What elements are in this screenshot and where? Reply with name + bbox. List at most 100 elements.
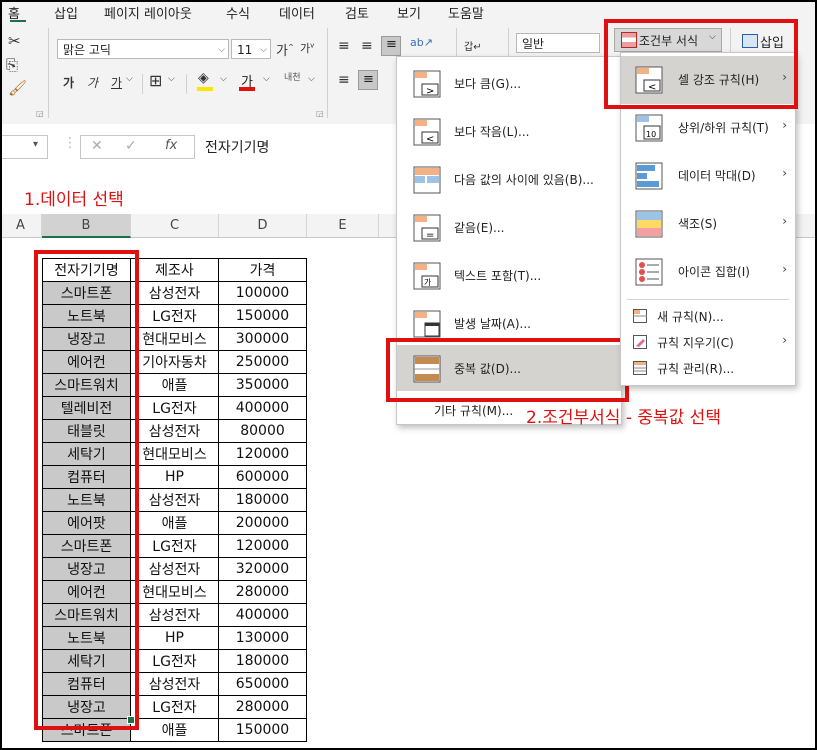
cell-maker[interactable]: 삼성전자 <box>130 419 219 443</box>
cell-price[interactable]: 130000 <box>218 626 307 650</box>
align-bottom-button[interactable]: ≡ <box>381 36 401 56</box>
cell-price[interactable]: 250000 <box>218 350 307 374</box>
cell-price[interactable]: 150000 <box>218 304 307 328</box>
cell-device[interactable]: 스마트워치 <box>42 373 131 397</box>
cell-device[interactable]: 냉장고 <box>42 695 131 719</box>
copy-icon[interactable]: ⎘ <box>6 56 18 74</box>
cell-price[interactable]: 320000 <box>218 557 307 581</box>
cell-price[interactable]: 100000 <box>218 281 307 305</box>
tab-review[interactable]: 검토 <box>345 3 369 22</box>
header-cell[interactable]: 전자기기명 <box>42 258 131 282</box>
phonetic-button[interactable]: 내천 <box>284 70 301 83</box>
cell-maker[interactable]: 애플 <box>130 511 219 535</box>
fill-color-icon[interactable]: ◈ <box>198 70 209 86</box>
wrap-text-icon[interactable]: 갑↵ <box>464 38 482 53</box>
cell-device[interactable]: 스마트폰 <box>42 534 131 558</box>
cell-price[interactable]: 120000 <box>218 534 307 558</box>
cell-device[interactable]: 냉장고 <box>42 327 131 351</box>
cell-price[interactable]: 200000 <box>218 511 307 535</box>
shrink-font-button[interactable]: 가v <box>300 40 314 56</box>
cell-price[interactable]: 80000 <box>218 419 307 443</box>
tab-data[interactable]: 데이터 <box>279 3 315 22</box>
chevron-down-icon[interactable]: ⌵ <box>308 74 315 84</box>
cell-device[interactable]: 노트북 <box>42 626 131 650</box>
tab-view[interactable]: 보기 <box>397 3 421 22</box>
align-middle-icon[interactable]: ≡ <box>361 38 373 54</box>
cell-maker[interactable]: LG전자 <box>130 396 219 420</box>
cell-price[interactable]: 400000 <box>218 396 307 420</box>
cell-maker[interactable]: 삼성전자 <box>130 488 219 512</box>
cell-maker[interactable]: 애플 <box>130 373 219 397</box>
cell-maker[interactable]: 애플 <box>130 718 219 742</box>
cf-item-top-bottom[interactable]: 10 상위/하위 규칙(T) › <box>621 104 795 152</box>
menu-item-equal[interactable]: = 같음(E)... <box>397 204 621 252</box>
chevron-down-icon[interactable]: ⌵ <box>168 74 175 84</box>
cell-maker[interactable]: LG전자 <box>130 534 219 558</box>
orientation-icon[interactable]: ab↗ <box>410 36 433 49</box>
cell-maker[interactable]: 현대모비스 <box>130 327 219 351</box>
cell-price[interactable]: 600000 <box>218 465 307 489</box>
menu-item-date-occurring[interactable]: 발생 날짜(A)... <box>397 300 621 348</box>
cell-price[interactable]: 300000 <box>218 327 307 351</box>
cell-maker[interactable]: 삼성전자 <box>130 603 219 627</box>
cell-maker[interactable]: LG전자 <box>130 695 219 719</box>
format-painter-icon[interactable]: 🖌 <box>8 79 27 97</box>
menu-item-between[interactable]: 다음 값의 사이에 있음(B)... <box>397 156 621 204</box>
cell-maker[interactable]: 삼성전자 <box>130 281 219 305</box>
cell-device[interactable]: 텔레비전 <box>42 396 131 420</box>
menu-item-duplicate-values[interactable]: 중복 값(D)... <box>397 345 621 391</box>
tab-page-layout[interactable]: 페이지 레이아웃 <box>104 3 192 22</box>
cell-maker[interactable]: 삼성전자 <box>130 672 219 696</box>
cf-item-color-scales[interactable]: 색조(S) › <box>621 200 795 248</box>
cf-item-data-bars[interactable]: 데이터 막대(D) › <box>621 152 795 200</box>
cf-item-manage-rules[interactable]: 규칙 관리(R)... <box>621 355 795 381</box>
menu-item-greater-than[interactable]: > 보다 큼(G)... <box>397 60 621 108</box>
column-header-d[interactable]: D <box>219 214 307 238</box>
cell-maker[interactable]: HP <box>130 465 219 489</box>
number-format-combo[interactable]: 일반 <box>516 33 600 53</box>
cell-price[interactable]: 150000 <box>218 718 307 742</box>
cf-item-highlight-cells[interactable]: < 셀 강조 규칙(H) › <box>621 56 795 104</box>
cell-device[interactable]: 에어팟 <box>42 511 131 535</box>
cell-maker[interactable]: LG전자 <box>130 649 219 673</box>
conditional-format-button[interactable]: 조건부 서식 ⌵ <box>614 28 722 52</box>
cell-device[interactable]: 스마트워치 <box>42 603 131 627</box>
column-header-f[interactable] <box>379 214 397 238</box>
more-rules-item[interactable]: 기타 규칙(M)... <box>434 402 513 419</box>
cell-device[interactable]: 세탁기 <box>42 442 131 466</box>
font-size-combo[interactable]: 11 ⌵ <box>231 39 271 59</box>
cell-price[interactable]: 180000 <box>218 649 307 673</box>
cell-maker[interactable]: 현대모비스 <box>130 442 219 466</box>
tab-help[interactable]: 도움말 <box>448 3 484 22</box>
insert-cells-button[interactable]: 삽입 <box>738 30 794 52</box>
cell-price[interactable]: 120000 <box>218 442 307 466</box>
align-left-icon[interactable]: ≡ <box>338 72 350 88</box>
cell-device[interactable]: 에어컨 <box>42 580 131 604</box>
fill-handle[interactable] <box>127 716 135 724</box>
column-header-e[interactable]: E <box>307 214 379 238</box>
cell-price[interactable]: 280000 <box>218 580 307 604</box>
cf-item-icon-sets[interactable]: 아이콘 집합(I) › <box>621 248 795 296</box>
cell-maker[interactable]: HP <box>130 626 219 650</box>
align-center-button[interactable]: ≡ <box>358 70 378 90</box>
cell-device[interactable]: 노트북 <box>42 488 131 512</box>
cell-device[interactable]: 컴퓨터 <box>42 672 131 696</box>
cell-price[interactable]: 180000 <box>218 488 307 512</box>
column-header-a[interactable]: A <box>0 214 42 238</box>
font-launcher-icon[interactable]: ◲ <box>316 109 324 118</box>
tab-formulas[interactable]: 수식 <box>226 3 250 22</box>
column-header-c[interactable]: C <box>131 214 219 238</box>
insert-function-icon[interactable]: fx <box>165 138 177 153</box>
underline-button[interactable]: 가 <box>111 74 122 91</box>
header-cell[interactable]: 가격 <box>218 258 307 282</box>
bold-button[interactable]: 가 <box>63 74 74 91</box>
cell-device[interactable]: 컴퓨터 <box>42 465 131 489</box>
chevron-down-icon[interactable]: ⌵ <box>220 74 227 84</box>
cell-maker[interactable]: 기아자동차 <box>130 350 219 374</box>
cell-device[interactable]: 세탁기 <box>42 649 131 673</box>
formula-content[interactable]: 전자기기명 <box>205 137 269 157</box>
cell-device[interactable]: 스마트폰 <box>42 281 131 305</box>
menu-item-less-than[interactable]: < 보다 작음(L)... <box>397 108 621 156</box>
cell-device[interactable]: 냉장고 <box>42 557 131 581</box>
clipboard-launcher-icon[interactable]: ◲ <box>36 109 44 118</box>
